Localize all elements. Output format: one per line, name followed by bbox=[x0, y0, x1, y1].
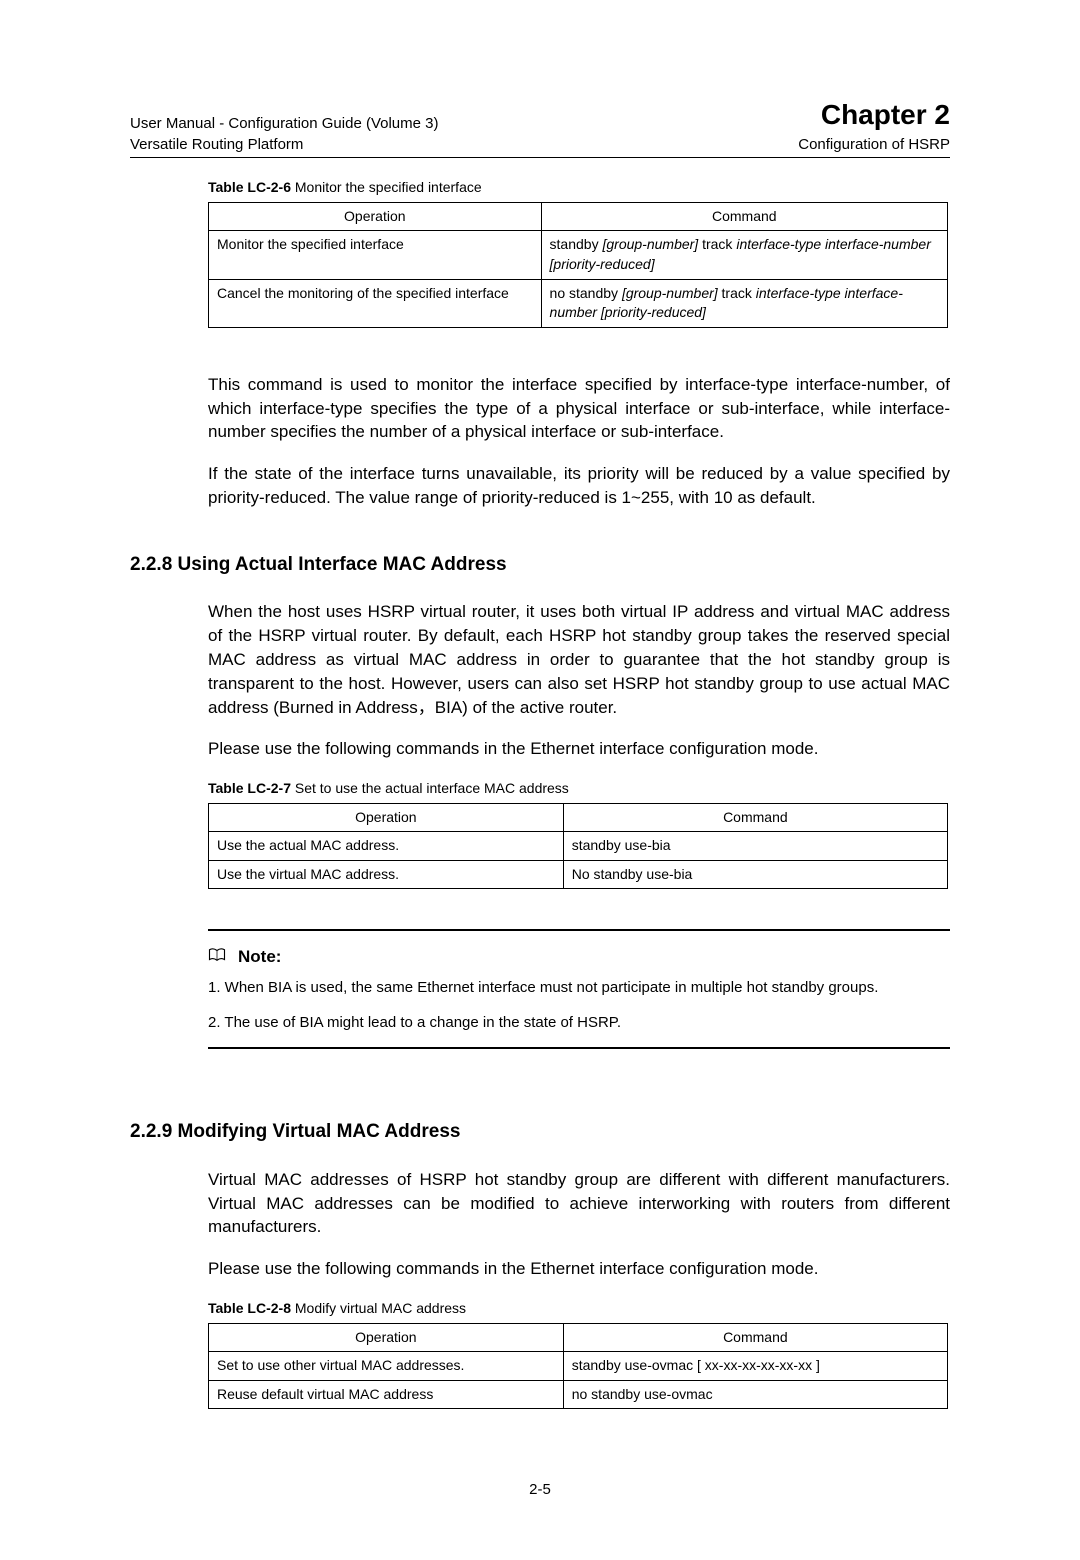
cmd-text: no standby bbox=[550, 285, 622, 301]
note-line: 2. The use of BIA might lead to a change… bbox=[208, 1012, 950, 1033]
note-top-rule bbox=[208, 929, 950, 931]
cell-operation: Monitor the specified interface bbox=[209, 231, 542, 279]
table-row: Reuse default virtual MAC address no sta… bbox=[209, 1380, 948, 1409]
table-row: Use the actual MAC address. standby use-… bbox=[209, 832, 948, 861]
table-row: Monitor the specified interface standby … bbox=[209, 231, 948, 279]
table-caption-text: Monitor the specified interface bbox=[295, 179, 482, 195]
cell-operation: Set to use other virtual MAC addresses. bbox=[209, 1352, 564, 1381]
cmd-text: track bbox=[722, 285, 756, 301]
section-heading-2-2-8: 2.2.8 Using Actual Interface MAC Address bbox=[130, 552, 950, 579]
cell-command: standby use-ovmac [ xx-xx-xx-xx-xx-xx ] bbox=[563, 1352, 947, 1381]
cell-command: standby [group-number] track interface-t… bbox=[541, 231, 947, 279]
header-right-line1: Chapter 2 bbox=[821, 95, 950, 134]
cell-command: no standby use-ovmac bbox=[563, 1380, 947, 1409]
note-title-text: Note: bbox=[238, 945, 281, 969]
cmd-text: standby bbox=[550, 236, 603, 252]
cell-operation: Reuse default virtual MAC address bbox=[209, 1380, 564, 1409]
cell-operation: Use the actual MAC address. bbox=[209, 832, 564, 861]
table-lc-2-7-caption: Table LC-2-7 Set to use the actual inter… bbox=[208, 779, 950, 799]
table-row: Cancel the monitoring of the specified i… bbox=[209, 279, 948, 327]
table-header-operation: Operation bbox=[209, 1323, 564, 1352]
table-caption-text: Modify virtual MAC address bbox=[295, 1300, 466, 1316]
page-number: 2-5 bbox=[130, 1479, 950, 1500]
table-row: Set to use other virtual MAC addresses. … bbox=[209, 1352, 948, 1381]
table-header-command: Command bbox=[563, 1323, 947, 1352]
table-lc-2-8: Operation Command Set to use other virtu… bbox=[208, 1323, 948, 1410]
table-lc-2-6: Operation Command Monitor the specified … bbox=[208, 202, 948, 328]
paragraph: Please use the following commands in the… bbox=[208, 1257, 950, 1281]
cmd-arg: [group-number] bbox=[622, 285, 722, 301]
paragraph: When the host uses HSRP virtual router, … bbox=[208, 600, 950, 719]
paragraph: This command is used to monitor the inte… bbox=[208, 373, 950, 444]
table-row: Use the virtual MAC address. No standby … bbox=[209, 860, 948, 889]
table-caption-text: Set to use the actual interface MAC addr… bbox=[295, 780, 569, 796]
cell-operation: Use the virtual MAC address. bbox=[209, 860, 564, 889]
book-icon bbox=[208, 945, 226, 969]
cmd-text: track bbox=[702, 236, 736, 252]
table-header-operation: Operation bbox=[209, 803, 564, 832]
table-caption-prefix: Table LC-2-8 bbox=[208, 1300, 291, 1316]
table-caption-prefix: Table LC-2-7 bbox=[208, 780, 291, 796]
header-right-line2: Configuration of HSRP bbox=[798, 134, 950, 155]
cell-command: standby use-bia bbox=[563, 832, 947, 861]
section-heading-2-2-9: 2.2.9 Modifying Virtual MAC Address bbox=[130, 1119, 950, 1146]
page-header: User Manual - Configuration Guide (Volum… bbox=[130, 95, 950, 158]
table-header-operation: Operation bbox=[209, 202, 542, 231]
table-lc-2-6-caption: Table LC-2-6 Monitor the specified inter… bbox=[208, 178, 950, 198]
cell-command: No standby use-bia bbox=[563, 860, 947, 889]
header-left-line2: Versatile Routing Platform bbox=[130, 134, 303, 155]
paragraph: Virtual MAC addresses of HSRP hot standb… bbox=[208, 1168, 950, 1239]
paragraph: Please use the following commands in the… bbox=[208, 737, 950, 761]
cmd-arg: [priority-reduced] bbox=[550, 256, 655, 272]
table-header-command: Command bbox=[563, 803, 947, 832]
note-title: Note: bbox=[208, 945, 950, 969]
table-lc-2-8-caption: Table LC-2-8 Modify virtual MAC address bbox=[208, 1299, 950, 1319]
cmd-arg: [priority-reduced] bbox=[601, 304, 706, 320]
note-block: Note: 1. When BIA is used, the same Ethe… bbox=[208, 929, 950, 1049]
note-line: 1. When BIA is used, the same Ethernet i… bbox=[208, 977, 950, 998]
table-lc-2-7: Operation Command Use the actual MAC add… bbox=[208, 803, 948, 890]
header-left-line1: User Manual - Configuration Guide (Volum… bbox=[130, 113, 438, 134]
cmd-arg: interface-type interface-number bbox=[736, 236, 931, 252]
paragraph: If the state of the interface turns unav… bbox=[208, 462, 950, 510]
table-caption-prefix: Table LC-2-6 bbox=[208, 179, 291, 195]
table-header-command: Command bbox=[541, 202, 947, 231]
cell-command: no standby [group-number] track interfac… bbox=[541, 279, 947, 327]
cmd-arg: [group-number] bbox=[602, 236, 702, 252]
cell-operation: Cancel the monitoring of the specified i… bbox=[209, 279, 542, 327]
note-bottom-rule bbox=[208, 1047, 950, 1049]
